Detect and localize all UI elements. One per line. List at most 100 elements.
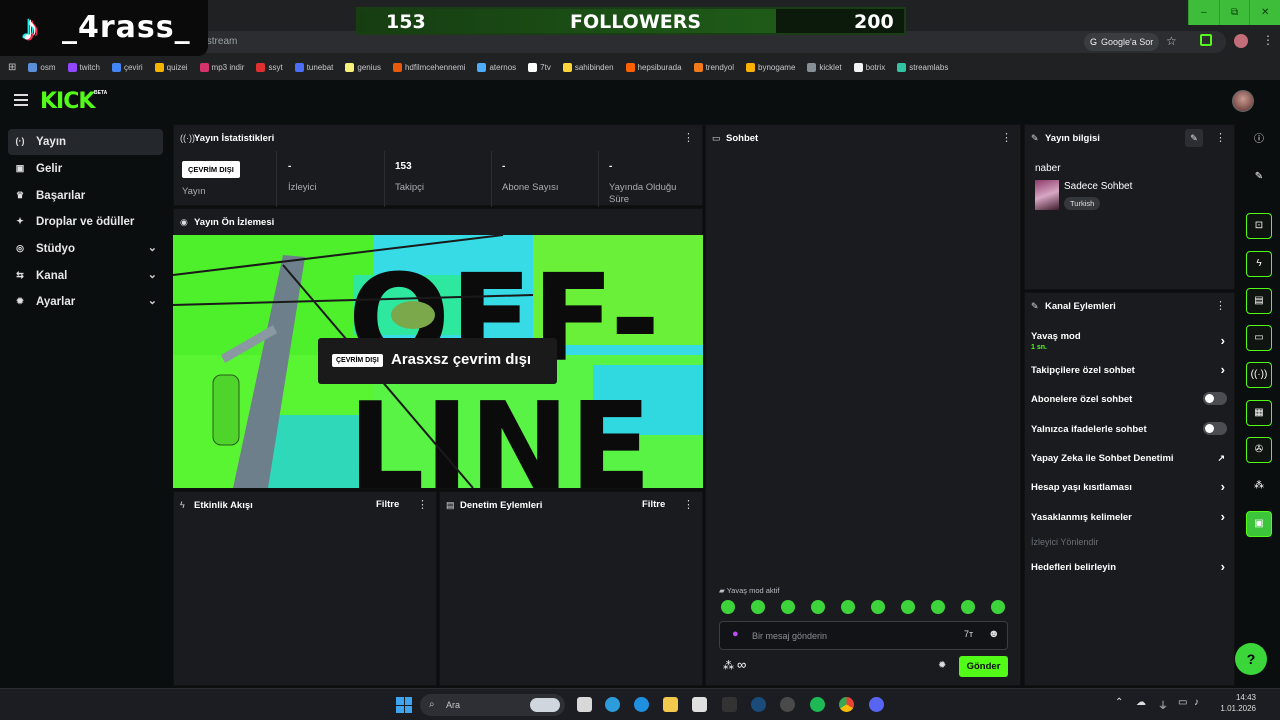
emote-icon[interactable] xyxy=(781,600,795,614)
emote-icon[interactable] xyxy=(811,600,825,614)
edit-icon[interactable]: ✎ xyxy=(1246,165,1272,191)
bookmark-item[interactable]: hepsiburada xyxy=(625,62,682,72)
bookmark-item[interactable]: quizei xyxy=(154,62,188,72)
spotify-icon[interactable] xyxy=(810,697,825,712)
bookmark-item[interactable]: hdfilmcehennemi xyxy=(392,62,465,72)
emote-icon[interactable] xyxy=(751,600,765,614)
apps-grid-icon[interactable]: ⊞ xyxy=(8,62,16,73)
chrome-icon[interactable] xyxy=(839,697,854,712)
bookmark-item[interactable]: aternos xyxy=(477,62,516,72)
minimize-button[interactable]: – xyxy=(1188,0,1219,25)
sidebar-item-basarilar[interactable]: ♛ Başarılar xyxy=(8,183,163,209)
microphone-icon[interactable]: ⏚ xyxy=(1158,697,1168,712)
emote-icon[interactable] xyxy=(841,600,855,614)
wrench-icon[interactable]: ✇ xyxy=(1246,437,1272,463)
close-button[interactable]: ✕ xyxy=(1249,0,1280,25)
menu-icon[interactable] xyxy=(14,94,28,106)
more-options-icon[interactable]: ⋮ xyxy=(1215,299,1226,312)
emote-icon[interactable] xyxy=(871,600,885,614)
bookmark-item[interactable]: mp3 indir xyxy=(199,62,244,72)
widgets-icon[interactable] xyxy=(605,697,620,712)
action-yasakli-kelimeler[interactable]: Yasaklanmış kelimeler › xyxy=(1031,509,1231,524)
bookmark-item[interactable]: çeviri xyxy=(111,62,143,72)
more-options-icon[interactable]: ⋮ xyxy=(683,498,694,511)
store-icon[interactable] xyxy=(692,697,707,712)
action-takipci-sohbet[interactable]: Takipçilere özel sohbet › xyxy=(1031,362,1231,377)
broadcast-icon[interactable]: ((·)) xyxy=(1246,362,1272,388)
kick-logo[interactable]: KICK xyxy=(40,89,95,114)
epic-games-icon[interactable] xyxy=(722,697,737,712)
action-hedefler[interactable]: Hedefleri belirleyin › xyxy=(1031,559,1231,574)
help-icon[interactable]: ? xyxy=(1235,643,1267,675)
emote-icon[interactable] xyxy=(721,600,735,614)
google-sor-button[interactable]: G Google'a Sor xyxy=(1084,33,1160,51)
windows-start-icon[interactable] xyxy=(396,697,412,713)
scan-icon[interactable]: ⊡ xyxy=(1246,213,1272,239)
more-options-icon[interactable]: ⋮ xyxy=(683,131,694,144)
discord-icon[interactable] xyxy=(869,697,884,712)
send-button[interactable]: Gönder xyxy=(959,656,1008,677)
bookmark-star-icon[interactable]: ☆ xyxy=(1166,34,1177,48)
maximize-button[interactable]: ⧉ xyxy=(1218,0,1250,25)
bookmark-item[interactable]: kicklet xyxy=(807,62,842,72)
bookmark-item[interactable]: 7tv xyxy=(528,62,551,72)
sidebar-item-droplar[interactable]: ✦ Droplar ve ödüller xyxy=(8,209,163,235)
chat-settings-icon[interactable]: ✹ xyxy=(938,660,946,671)
doc-icon[interactable]: ▤ xyxy=(1246,288,1272,314)
layers-icon[interactable]: ▦ xyxy=(1246,400,1272,426)
chat-icon[interactable]: ▭ xyxy=(1246,325,1272,351)
bookmark-item[interactable]: sahibinden xyxy=(562,62,614,72)
chat-input[interactable] xyxy=(752,629,942,643)
file-explorer-icon[interactable] xyxy=(663,697,678,712)
info-icon[interactable]: ⓘ xyxy=(1246,128,1272,154)
bookmark-item[interactable]: genius xyxy=(345,62,381,72)
kicklet-icon[interactable]: ⁂ xyxy=(723,659,734,672)
emoji-icon[interactable]: ☻ xyxy=(988,628,1000,640)
dots-icon[interactable]: ⁂ xyxy=(1246,474,1272,500)
more-options-icon[interactable]: ⋮ xyxy=(1001,131,1012,144)
taskbar-search[interactable]: ⌕ Ara xyxy=(420,694,565,716)
edge-icon[interactable] xyxy=(634,697,649,712)
bookmark-item[interactable]: streamlabs xyxy=(897,62,948,72)
bookmark-item[interactable]: ssyt xyxy=(256,62,283,72)
sidebar-item-yayin[interactable]: (·) Yayın xyxy=(8,129,163,155)
bookmark-item[interactable]: bynogame xyxy=(746,62,795,72)
app-icon[interactable] xyxy=(780,697,795,712)
bookmark-item[interactable]: osm xyxy=(28,62,56,72)
tray-app-icon[interactable]: ☁ xyxy=(1136,697,1146,708)
extension-icon[interactable] xyxy=(1200,34,1212,46)
bookmark-item[interactable]: twitch xyxy=(67,62,100,72)
avatar[interactable] xyxy=(1232,90,1254,112)
sidebar-item-ayarlar[interactable]: ✹ Ayarlar ⌄ xyxy=(8,289,163,315)
steam-icon[interactable] xyxy=(751,697,766,712)
sidebar-item-kanal[interactable]: ⇆ Kanal ⌄ xyxy=(8,263,163,289)
emote-icon[interactable] xyxy=(901,600,915,614)
browser-menu-icon[interactable]: ⋮ xyxy=(1262,33,1274,47)
volume-icon[interactable]: ♪ xyxy=(1194,697,1199,708)
bookmark-item[interactable]: botrix xyxy=(853,62,885,72)
category-name[interactable]: Sadece Sohbet xyxy=(1064,181,1132,192)
sidebar-item-gelir[interactable]: ▣ Gelir xyxy=(8,156,163,182)
more-options-icon[interactable]: ⋮ xyxy=(1215,131,1226,144)
filter-button[interactable]: Filtre xyxy=(376,499,399,510)
filter-button[interactable]: Filtre xyxy=(642,499,665,510)
app-icon[interactable]: ▣ xyxy=(1246,511,1272,537)
action-yavas-mod[interactable]: Yavaş mod 1 sn. › xyxy=(1031,331,1231,351)
emote-icon[interactable] xyxy=(931,600,945,614)
network-icon[interactable]: ▭ xyxy=(1178,697,1187,708)
action-yapay-zeka[interactable]: Yapay Zeka ile Sohbet Denetimi ↗ xyxy=(1031,453,1231,464)
profile-icon[interactable] xyxy=(1234,34,1248,48)
bookmark-item[interactable]: tunebat xyxy=(294,62,333,72)
task-view-icon[interactable] xyxy=(577,697,592,712)
translate-icon[interactable]: 7ᴛ xyxy=(964,629,973,639)
sidebar-item-studyo[interactable]: ◎ Stüdyo ⌄ xyxy=(8,236,163,262)
more-options-icon[interactable]: ⋮ xyxy=(417,498,428,511)
emote-icon[interactable] xyxy=(961,600,975,614)
bookmark-item[interactable]: trendyol xyxy=(693,62,734,72)
toggle-switch[interactable] xyxy=(1203,392,1227,405)
emote-icon[interactable] xyxy=(991,600,1005,614)
microphone-icon[interactable]: ● xyxy=(732,628,739,640)
bolt-icon[interactable]: ϟ xyxy=(1246,251,1272,277)
action-hesap-yasi[interactable]: Hesap yaşı kısıtlaması › xyxy=(1031,479,1231,494)
taskbar-clock[interactable]: 14:43 1.01.2026 xyxy=(1216,693,1256,713)
